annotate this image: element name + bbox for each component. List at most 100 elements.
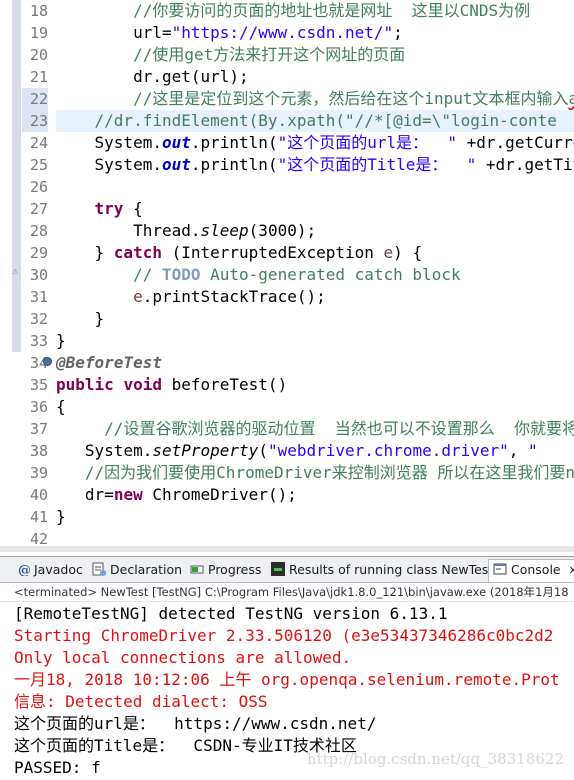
- code-line[interactable]: //dr.findElement(By.xpath("//*[@id=\"log…: [56, 110, 574, 132]
- tab-console[interactable]: Console ✕: [488, 559, 574, 582]
- code-line[interactable]: //因为我们要使用ChromeDriver来控制浏览器 所以在这里我们要n: [56, 462, 574, 484]
- code-token: e: [133, 287, 143, 306]
- console-stderr-line: Starting ChromeDriver 2.33.506120 (e3e53…: [14, 625, 574, 647]
- code-line[interactable]: }: [56, 308, 574, 330]
- code-token: }: [95, 309, 105, 328]
- line-number: 40: [22, 484, 48, 506]
- code-line[interactable]: url="https://www.csdn.net/";: [56, 22, 574, 44]
- testng-results-icon: [271, 562, 285, 576]
- view-tab-bar: @ Javadoc Declaration Progress Results o…: [0, 557, 574, 583]
- tab-javadoc[interactable]: @ Javadoc: [16, 560, 83, 580]
- code-line[interactable]: e.printStackTrace();: [56, 286, 574, 308]
- code-line[interactable]: System.setProperty("webdriver.chrome.dri…: [56, 440, 574, 462]
- code-token: ": [528, 441, 538, 460]
- code-line[interactable]: Thread.sleep(3000);: [56, 220, 574, 242]
- code-token: [114, 375, 124, 394]
- code-token: sleep: [201, 221, 249, 240]
- code-token: ,: [509, 441, 528, 460]
- code-token: catch: [114, 243, 162, 262]
- code-editor[interactable]: ⚠ 18192021222324252627282930313233343536…: [0, 0, 574, 552]
- close-icon[interactable]: ✕: [569, 564, 574, 577]
- tab-label: Results of running class NewTest: [289, 562, 493, 577]
- code-area[interactable]: //你要访问的页面的地址也就是网址 这里以CNDS为例 url="https:/…: [56, 0, 574, 552]
- line-number-gutter: 1819202122232425262728293031323334353637…: [22, 0, 52, 552]
- code-line[interactable]: // TODO Auto-generated catch block: [56, 264, 574, 286]
- svg-text:@: @: [18, 563, 30, 576]
- tab-label: Javadoc: [34, 562, 83, 577]
- code-line[interactable]: //你要访问的页面的地址也就是网址 这里以CNDS为例: [56, 0, 574, 22]
- code-line[interactable]: @BeforeTest: [56, 352, 574, 374]
- tab-declaration[interactable]: Declaration: [92, 560, 182, 580]
- code-line[interactable]: try {: [56, 198, 574, 220]
- code-token: "这个页面的url是： ": [278, 133, 457, 152]
- code-token: System.: [85, 441, 152, 460]
- console-status-line: <terminated> NewTest [TestNG] C:\Program…: [0, 583, 574, 602]
- code-token: //你要访问的页面的地址也就是网址 这里以CNDS为例: [133, 1, 530, 20]
- code-line[interactable]: System.out.println("这个页面的Title是： " +dr.g…: [56, 154, 574, 176]
- code-token: .println(: [191, 133, 278, 152]
- code-token: //dr.findElement(By.xpath("//*[@id=\"log…: [95, 111, 557, 130]
- code-token: {: [56, 397, 66, 416]
- line-number: 26: [22, 176, 48, 198]
- code-line[interactable]: dr.get(url);: [56, 66, 574, 88]
- line-number: 22: [22, 88, 48, 110]
- code-token: //使用get方法来打开这个网址的页面: [133, 45, 405, 64]
- tab-label: Console: [511, 562, 561, 577]
- line-number: 23: [22, 110, 48, 132]
- code-token: out: [162, 133, 191, 152]
- code-token: ChromeDriver();: [143, 485, 297, 504]
- code-line[interactable]: dr=new ChromeDriver();: [56, 484, 574, 506]
- code-line[interactable]: //这里是定位到这个元素，然后给在这个input文本框内输入admin: [56, 88, 574, 110]
- code-line[interactable]: }: [56, 506, 574, 528]
- code-line[interactable]: } catch (InterruptedException e) {: [56, 242, 574, 264]
- code-line[interactable]: public void beforeTest(): [56, 374, 574, 396]
- code-line[interactable]: //设置谷歌浏览器的驱动位置 当然也可以不设置那么 你就要将这个: [56, 418, 574, 440]
- overview-ruler: [0, 0, 10, 552]
- code-line[interactable]: //使用get方法来打开这个网址的页面: [56, 44, 574, 66]
- line-number: 25: [22, 154, 48, 176]
- code-token: dr=: [85, 485, 114, 504]
- code-token: public: [56, 375, 114, 394]
- console-panel: @ Javadoc Declaration Progress Results o…: [0, 556, 574, 780]
- tab-label: Progress: [208, 562, 261, 577]
- horizontal-scrollbar[interactable]: [0, 546, 574, 552]
- code-token: (: [258, 441, 268, 460]
- code-line[interactable]: }: [56, 330, 574, 352]
- code-token: dr.get(url);: [133, 67, 249, 86]
- line-number: 35: [22, 374, 48, 396]
- code-token: admin: [569, 89, 574, 108]
- code-token: .println(: [191, 155, 278, 174]
- code-token: url=: [133, 23, 172, 42]
- code-token: e: [384, 243, 394, 262]
- fold-collapse-icon[interactable]: [43, 357, 52, 366]
- line-number: 33: [22, 330, 48, 352]
- code-line[interactable]: {: [56, 396, 574, 418]
- code-token: Thread.: [133, 221, 200, 240]
- code-token: @BeforeTest: [56, 353, 162, 372]
- line-number: 36: [22, 396, 48, 418]
- line-number: 31: [22, 286, 48, 308]
- progress-icon: [190, 562, 204, 576]
- code-token: try: [95, 199, 124, 218]
- code-token: System.: [95, 155, 162, 174]
- code-token: +dr.getTit: [476, 155, 574, 174]
- tab-testng-results[interactable]: Results of running class NewTest: [271, 560, 493, 580]
- task-marker-icon[interactable]: ⚠: [12, 266, 21, 278]
- code-token: ) {: [393, 243, 422, 262]
- line-number: 28: [22, 220, 48, 242]
- code-line[interactable]: [56, 176, 574, 198]
- line-number: 21: [22, 66, 48, 88]
- code-token: //因为我们要使用ChromeDriver来控制浏览器 所以在这里我们要n: [85, 463, 574, 482]
- code-line[interactable]: System.out.println("这个页面的url是： " +dr.get…: [56, 132, 574, 154]
- line-number: 32: [22, 308, 48, 330]
- console-stdout-line: 这个页面的url是： https://www.csdn.net/: [14, 713, 574, 735]
- line-number: 30: [22, 264, 48, 286]
- console-stdout-line: [RemoteTestNG] detected TestNG version 6…: [14, 603, 574, 625]
- line-number: 39: [22, 462, 48, 484]
- code-token: new: [114, 485, 143, 504]
- line-number: 41: [22, 506, 48, 528]
- line-number: 19: [22, 22, 48, 44]
- tab-label: Declaration: [110, 562, 182, 577]
- tab-progress[interactable]: Progress: [190, 560, 261, 580]
- code-token: ;: [393, 23, 403, 42]
